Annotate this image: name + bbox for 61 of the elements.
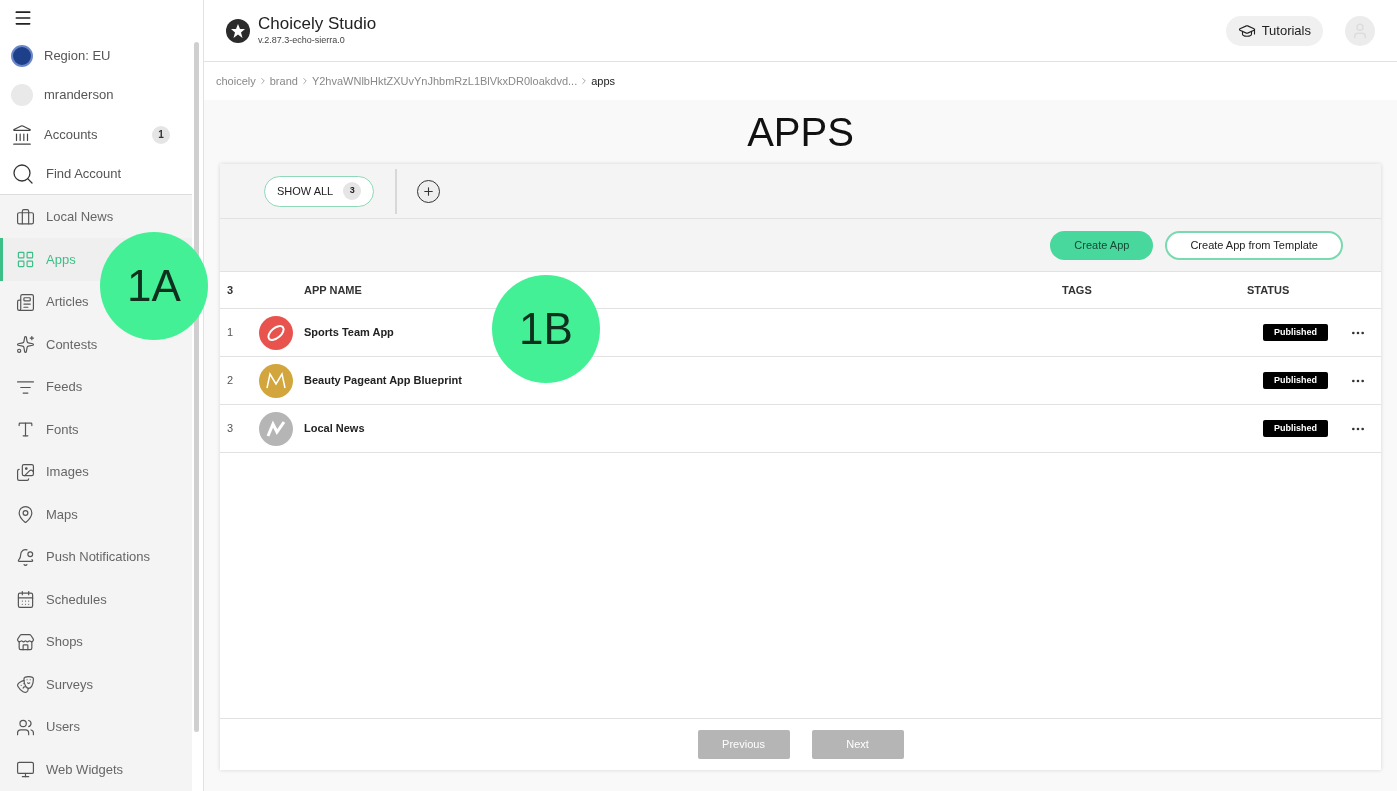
row-number: 3	[226, 421, 235, 437]
article-icon	[16, 292, 35, 312]
count-badge: 1	[152, 125, 170, 144]
sidebar-item[interactable]: Accounts 1	[0, 114, 192, 155]
page-title: APPS	[746, 109, 855, 156]
breadcrumb-link[interactable]: choicely	[216, 72, 256, 90]
count-badge: 3	[343, 182, 362, 200]
map-pin-icon	[16, 505, 35, 525]
tutorials-button[interactable]: Tutorials	[1225, 15, 1323, 46]
sidebar-item[interactable]: Surveys	[0, 663, 192, 706]
sidebar-item[interactable]: Maps	[0, 493, 192, 536]
globe-icon	[11, 44, 33, 67]
sidebar-item[interactable]: Region: EU	[0, 35, 192, 76]
stars-icon	[16, 335, 35, 355]
sidebar-item[interactable]: Shops	[0, 621, 192, 664]
sidebar-item[interactable]: mranderson	[0, 75, 192, 115]
app-title: Choicely Studio	[258, 13, 377, 34]
column-header: TAGS	[1062, 282, 1093, 298]
sidebar-item[interactable]: Users	[0, 706, 192, 749]
plus-icon	[422, 184, 436, 198]
filter-chip[interactable]: SHOW ALL 3	[264, 175, 375, 207]
create-app-button[interactable]: Create App	[1050, 230, 1154, 260]
grid-icon	[16, 250, 35, 270]
sidebar-item[interactable]: Images	[0, 451, 192, 494]
status-badge: Published	[1263, 371, 1328, 390]
bank-icon	[11, 123, 33, 146]
breadcrumb-link[interactable]: brand	[269, 72, 298, 90]
calendar-icon	[16, 590, 35, 610]
app-logo-icon	[259, 315, 293, 350]
breadcrumb-link[interactable]: Y2hvaWNlbHktZXUvYnJhbmRzL1BlVkxDR0loakdvd...	[311, 72, 578, 90]
app-name: Beauty Pageant App Blueprint	[304, 374, 462, 387]
logo-icon	[226, 18, 250, 43]
app-name: Sports Team App	[304, 326, 394, 339]
scrollbar[interactable]	[194, 42, 199, 732]
add-button[interactable]	[417, 179, 441, 203]
sidebar-item[interactable]: Feeds	[0, 366, 192, 409]
sidebar-item[interactable]: Web Widgets	[0, 748, 192, 791]
row-count: 3	[226, 282, 235, 298]
sidebar-item[interactable]: Find Account	[0, 154, 192, 194]
monitor-icon	[16, 760, 35, 780]
row-number: 1	[226, 325, 235, 341]
users-icon	[16, 717, 35, 737]
status-badge: Published	[1263, 419, 1328, 438]
app-logo-icon	[259, 411, 293, 446]
app-name: Local News	[304, 422, 365, 435]
notification-icon	[16, 547, 35, 567]
create-from-template-button[interactable]: Create App from Template	[1165, 230, 1343, 260]
column-header: APP NAME	[304, 282, 363, 298]
status-badge: Published	[1263, 323, 1328, 342]
version-label: v.2.87.3-echo-sierra.0	[258, 33, 346, 47]
column-header: STATUS	[1247, 282, 1290, 298]
masks-icon	[16, 675, 35, 695]
sidebar-item[interactable]: Fonts	[0, 408, 192, 451]
sidebar-item[interactable]: Push Notifications	[0, 536, 192, 579]
images-icon	[16, 462, 35, 482]
sidebar-item[interactable]: Schedules	[0, 578, 192, 621]
briefcase-icon	[16, 207, 35, 227]
store-icon	[16, 632, 35, 652]
app-logo-icon	[259, 363, 293, 398]
row-number: 2	[226, 373, 235, 389]
table-row[interactable]: 3 Local News Published	[220, 405, 1381, 453]
